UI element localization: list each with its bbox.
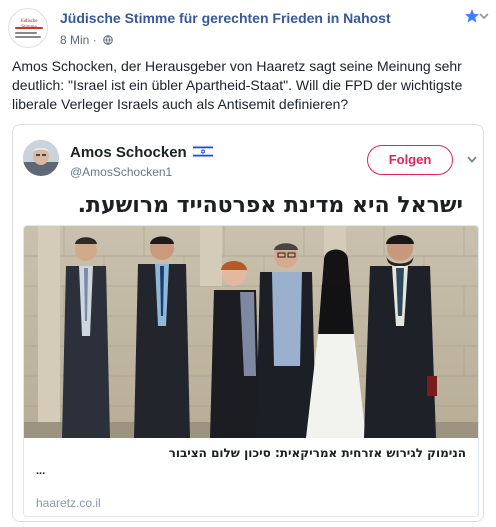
star-icon[interactable] [464, 8, 480, 24]
israel-flag-icon [192, 145, 213, 158]
tweet-text: ישראל היא מדינת אפרטהייד מרושעת. [77, 193, 463, 218]
link-preview-card[interactable]: הנימוק לגירוש אזרחית אמריקאית: סיכון שלו… [23, 225, 479, 517]
page-logo-text: Jüdische Stimme [20, 19, 38, 30]
chevron-down-icon[interactable] [479, 12, 489, 20]
tweet-author-name-text: Amos Schocken [70, 144, 187, 161]
follow-button[interactable]: Folgen [367, 145, 453, 175]
tweet-author-name[interactable]: Amos Schocken [70, 144, 213, 161]
facebook-post: Jüdische Stimme Jüdische Stimme für gere… [0, 0, 496, 527]
link-preview-ellipsis: ... [36, 465, 46, 477]
embedded-tweet[interactable]: Amos Schocken @AmosSchocken1 Folgen ישרא… [12, 124, 484, 522]
link-preview-domain[interactable]: haaretz.co.il [36, 496, 101, 510]
logo-line [15, 32, 37, 34]
page-name-link[interactable]: Jüdische Stimme für gerechten Frieden in… [60, 10, 391, 26]
link-preview-title[interactable]: הנימוק לגירוש אזרחית אמריקאית: סיכון שלו… [169, 446, 466, 460]
link-preview-image[interactable] [24, 226, 478, 438]
post-timestamp[interactable]: 8 Min [60, 33, 89, 47]
tweet-author-avatar[interactable] [23, 140, 59, 176]
post-body-text: Amos Schocken, der Herausgeber von Haare… [12, 58, 463, 112]
logo-line [15, 36, 41, 38]
tweet-author-handle[interactable]: @AmosSchocken1 [70, 165, 172, 179]
meta-separator: · [92, 32, 97, 47]
logo-line [15, 27, 43, 29]
post-header: Jüdische Stimme Jüdische Stimme für gere… [8, 8, 489, 48]
post-meta: 8 Min · [60, 32, 113, 47]
page-avatar[interactable]: Jüdische Stimme [8, 8, 48, 48]
caret-down-icon[interactable] [467, 156, 477, 163]
globe-icon [103, 35, 113, 45]
